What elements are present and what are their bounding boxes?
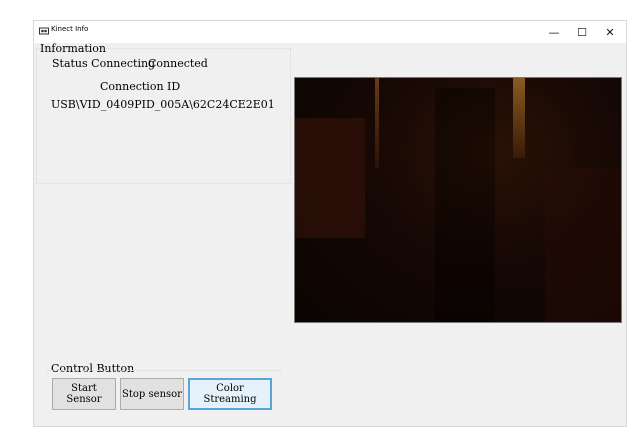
window-title: Kinect Info [51, 25, 89, 33]
video-highlight [375, 78, 379, 168]
video-highlight [513, 78, 525, 158]
status-value: Connected [148, 57, 208, 70]
start-sensor-button[interactable]: Start Sensor [52, 378, 116, 410]
color-streaming-button[interactable]: Color Streaming [188, 378, 272, 410]
title-bar[interactable]: Kinect Info — ☐ ✕ [34, 21, 626, 43]
minimize-button[interactable]: — [540, 21, 568, 43]
app-window: Kinect Info — ☐ ✕ Information Status Con… [33, 20, 627, 427]
color-stream-view [294, 77, 622, 323]
control-group-label: Control Button [51, 362, 135, 375]
information-group-label: Information [40, 42, 107, 55]
close-button[interactable]: ✕ [596, 21, 624, 43]
connection-id-value: USB\VID_0409PID_005A\62C24CE2E01 [51, 98, 275, 111]
video-shadow [295, 118, 365, 238]
connection-id-label: Connection ID [100, 80, 181, 93]
maximize-button[interactable]: ☐ [568, 21, 596, 43]
video-shadow [545, 168, 621, 322]
control-group [47, 370, 281, 372]
status-label: Status Connecting [52, 57, 156, 70]
video-shadow [435, 88, 495, 322]
kinect-app-icon [39, 27, 49, 35]
stop-sensor-button[interactable]: Stop sensor [120, 378, 184, 410]
